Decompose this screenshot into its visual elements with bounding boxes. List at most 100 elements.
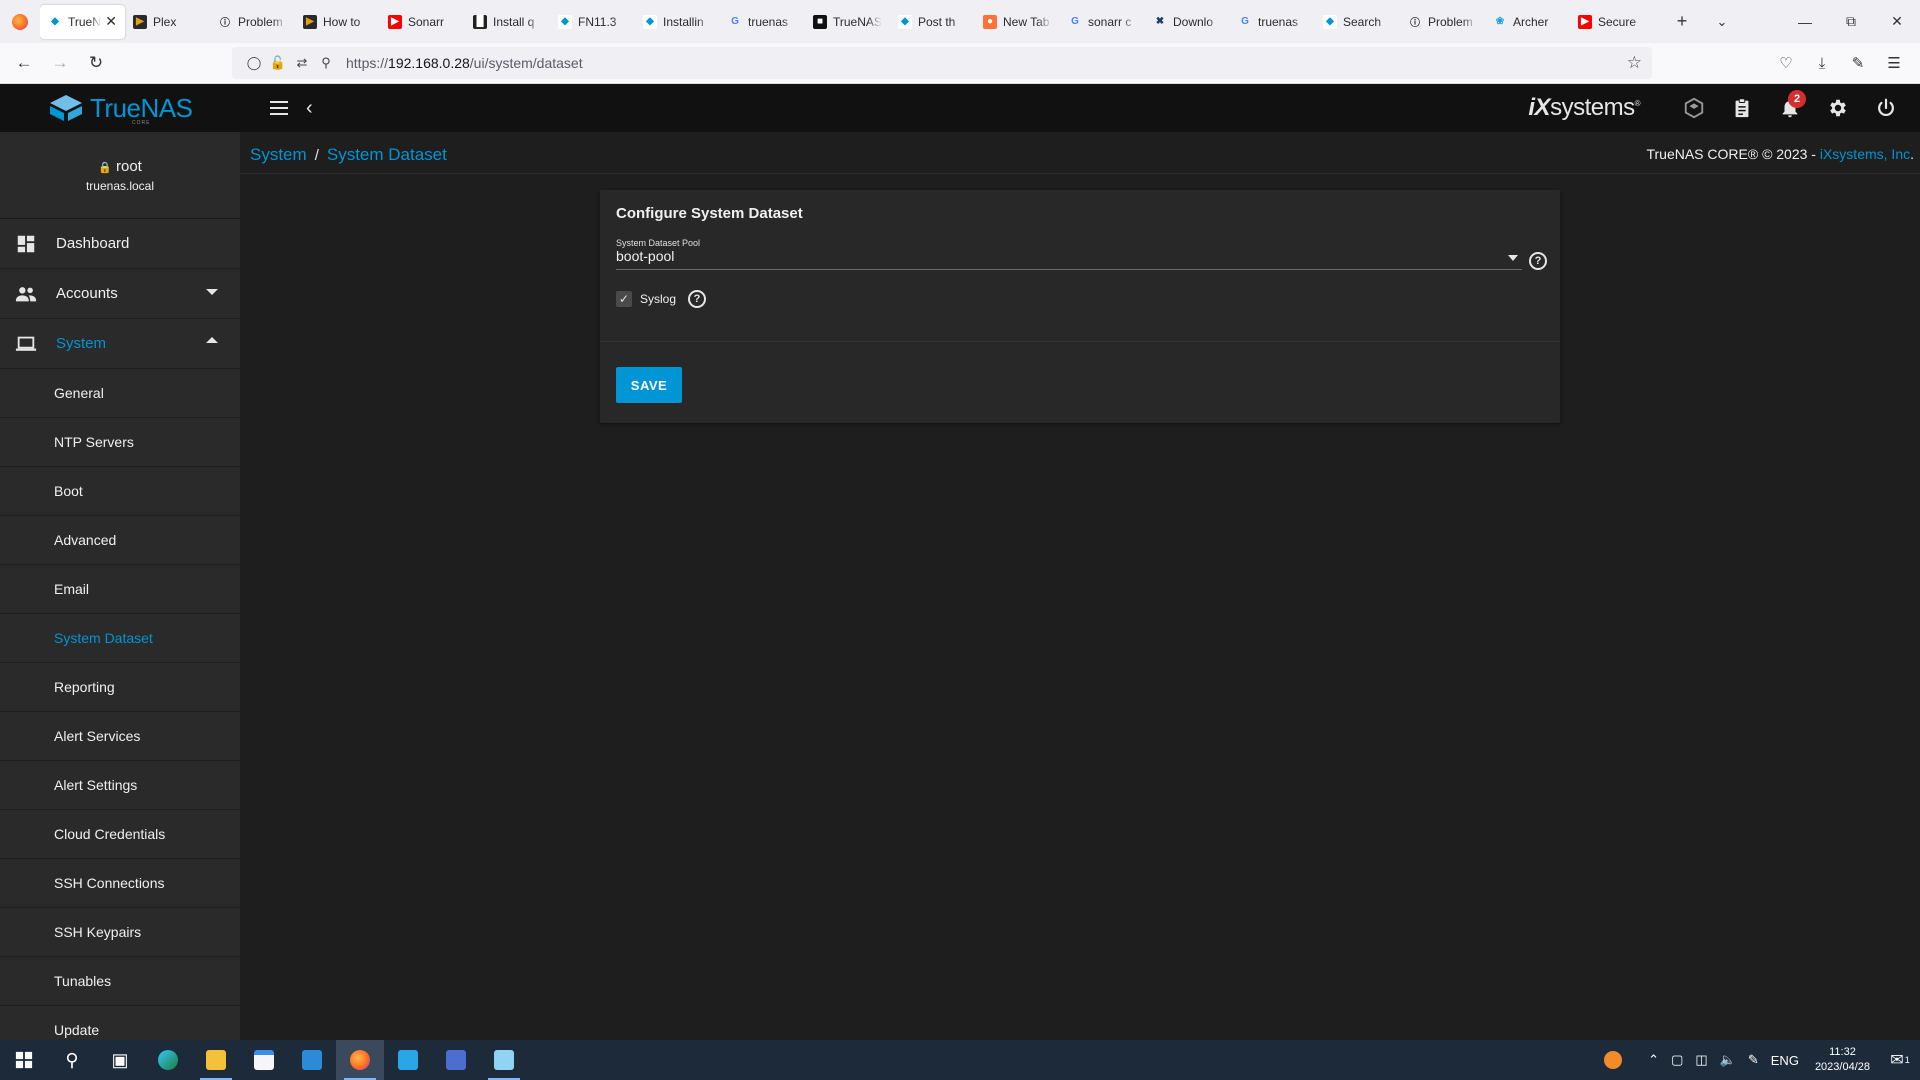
bookmark-star-icon[interactable]: ☆ <box>1627 53 1642 73</box>
new-tab-icon[interactable]: + <box>1662 11 1702 32</box>
tab-title: Archer <box>1513 14 1549 29</box>
file-explorer-icon[interactable] <box>192 1040 240 1080</box>
remote-desktop-icon[interactable] <box>432 1040 480 1080</box>
sidebar-subitem-ssh-connections[interactable]: SSH Connections <box>0 859 240 908</box>
hamburger-menu-icon[interactable] <box>264 93 294 123</box>
sidebar-subitem-general[interactable]: General <box>0 369 240 418</box>
menu-icon[interactable]: ☰ <box>1876 47 1912 79</box>
orange-app-tray-icon[interactable] <box>1598 1051 1642 1069</box>
sidebar-item-dashboard[interactable]: Dashboard <box>0 219 240 269</box>
pocket-icon[interactable]: ♡ <box>1768 47 1804 79</box>
breadcrumb-current[interactable]: System Dataset <box>327 145 447 164</box>
forward-arrow-icon[interactable]: → <box>42 47 78 79</box>
notepad-icon[interactable] <box>480 1040 528 1080</box>
firefox-view-icon[interactable] <box>0 0 40 43</box>
truecommand-icon[interactable] <box>1670 84 1718 132</box>
ixsystems-link[interactable]: iXsystems, Inc <box>1820 146 1910 162</box>
app-blue-icon[interactable] <box>384 1040 432 1080</box>
sidebar-subitem-reporting[interactable]: Reporting <box>0 663 240 712</box>
clock[interactable]: 11:32 2023/04/28 <box>1805 1045 1880 1075</box>
close-tab-icon[interactable]: ✕ <box>105 13 117 30</box>
notifications-bell-icon[interactable]: 2 <box>1766 84 1814 132</box>
dashboard-icon <box>14 232 38 256</box>
task-view-icon[interactable]: ▣ <box>96 1040 144 1080</box>
breadcrumb-system[interactable]: System <box>250 145 307 164</box>
downloads-icon[interactable]: ⤓ <box>1804 47 1840 79</box>
collapse-chevron-icon[interactable]: ‹ <box>306 97 313 120</box>
extensions-icon[interactable]: ✎ <box>1840 47 1876 79</box>
mail-icon[interactable] <box>288 1040 336 1080</box>
browser-tab[interactable]: ⓘ Problem <box>210 5 295 39</box>
syslog-help-icon[interactable]: ? <box>688 290 706 308</box>
sidebar-item-accounts[interactable]: Accounts <box>0 269 240 319</box>
search-icon[interactable]: ⚲ <box>48 1040 96 1080</box>
browser-tab[interactable]: ◆ Installin <box>635 5 720 39</box>
back-arrow-icon[interactable]: ← <box>6 47 42 79</box>
browser-tab[interactable]: ● New Tab <box>975 5 1060 39</box>
browser-tab[interactable]: Gtruenas <box>1230 5 1315 39</box>
settings-gear-icon[interactable] <box>1814 84 1862 132</box>
syslog-checkbox[interactable]: ✓ <box>616 291 632 307</box>
list-tabs-icon[interactable]: ⌄ <box>1702 14 1742 30</box>
browser-tab[interactable]: ▶ Sonarr <box>380 5 465 39</box>
sidebar-subitem-advanced[interactable]: Advanced <box>0 516 240 565</box>
syslog-label[interactable]: Syslog <box>640 292 676 306</box>
sidebar-subitem-email[interactable]: Email <box>0 565 240 614</box>
sidebar-subitem-alert-services[interactable]: Alert Services <box>0 712 240 761</box>
action-center-icon[interactable]: ✉ 1 <box>1880 1040 1920 1080</box>
save-button[interactable]: SAVE <box>616 367 682 403</box>
browser-tab[interactable]: ❀ Archer <box>1485 5 1570 39</box>
truenas-logo[interactable]: TrueNAS CORE <box>0 84 240 132</box>
browser-tab[interactable]: ◆ FN11.3 <box>550 5 635 39</box>
store-icon[interactable] <box>240 1040 288 1080</box>
browser-tab[interactable]: █ Install q <box>465 5 550 39</box>
lock-warning-icon[interactable]: 🔓 <box>266 55 290 71</box>
sidebar-subitem-ssh-keypairs[interactable]: SSH Keypairs <box>0 908 240 957</box>
power-icon[interactable] <box>1862 84 1910 132</box>
browser-tab[interactable]: ◆ Search <box>1315 5 1400 39</box>
caret-up-icon <box>206 337 218 343</box>
sidebar-item-system[interactable]: System <box>0 319 240 369</box>
help-icon[interactable]: ? <box>1529 252 1547 270</box>
people-icon <box>14 282 38 306</box>
network-icon[interactable]: ◫ <box>1689 1052 1713 1068</box>
show-hidden-icons-icon[interactable]: ⌃ <box>1642 1052 1665 1068</box>
sidebar-subitem-tunables[interactable]: Tunables <box>0 957 240 1006</box>
firefox-taskbar-icon[interactable] <box>336 1040 384 1080</box>
address-bar[interactable]: ◯ 🔓 ⇄ ⚲ https://192.168.0.28/ui/system/d… <box>232 47 1652 79</box>
browser-tab[interactable]: ▶ Secure <box>1570 5 1655 39</box>
browser-tab[interactable]: ▶ How to <box>295 5 380 39</box>
meet-now-icon[interactable]: ▢ <box>1665 1052 1689 1068</box>
sidebar-subitem-system-dataset[interactable]: System Dataset <box>0 614 240 663</box>
windows-taskbar: ⚲ ▣ ⌃ ▢ ◫ 🔈 ✎ ENG 11:32 2023/04/28 ✉ 1 <box>0 1040 1920 1080</box>
volume-icon[interactable]: 🔈 <box>1714 1052 1742 1068</box>
dropdown-arrow-icon[interactable] <box>1508 255 1518 261</box>
sidebar-subitem-ntp-servers[interactable]: NTP Servers <box>0 418 240 467</box>
sidebar-subitem-alert-settings[interactable]: Alert Settings <box>0 761 240 810</box>
ixsystems-logo[interactable]: iXsystems® <box>1528 94 1640 122</box>
browser-tab[interactable]: Gsonarr c <box>1060 5 1145 39</box>
pool-select[interactable]: boot-pool <box>616 248 1522 270</box>
reload-icon[interactable]: ↻ <box>78 47 114 79</box>
restore-icon[interactable]: ⧉ <box>1828 0 1874 43</box>
minimize-icon[interactable]: — <box>1782 0 1828 43</box>
edge-icon[interactable] <box>144 1040 192 1080</box>
windows-start-icon[interactable] <box>0 1040 48 1080</box>
browser-tab[interactable]: ◆ TrueNAS ✕ <box>40 4 125 39</box>
key-icon[interactable]: ⚲ <box>314 55 338 71</box>
browser-tab[interactable]: ▶ Plex <box>125 5 210 39</box>
task-manager-icon[interactable] <box>1718 84 1766 132</box>
pen-icon[interactable]: ✎ <box>1742 1052 1765 1068</box>
sidebar-subitem-cloud-credentials[interactable]: Cloud Credentials <box>0 810 240 859</box>
shield-icon[interactable]: ◯ <box>242 55 266 71</box>
browser-tab[interactable]: ■ TrueNAS <box>805 5 890 39</box>
browser-tab[interactable]: ◆ Post th <box>890 5 975 39</box>
close-window-icon[interactable]: ✕ <box>1874 0 1920 43</box>
browser-tab[interactable]: Gtruenas <box>720 5 805 39</box>
browser-tab[interactable]: ⓘ Problem <box>1400 5 1485 39</box>
sidebar-subitem-update[interactable]: Update <box>0 1006 240 1040</box>
browser-tab[interactable]: ✖ Downlo <box>1145 5 1230 39</box>
language-indicator[interactable]: ENG <box>1765 1053 1805 1068</box>
sidebar-subitem-boot[interactable]: Boot <box>0 467 240 516</box>
permissions-icon[interactable]: ⇄ <box>290 55 314 71</box>
